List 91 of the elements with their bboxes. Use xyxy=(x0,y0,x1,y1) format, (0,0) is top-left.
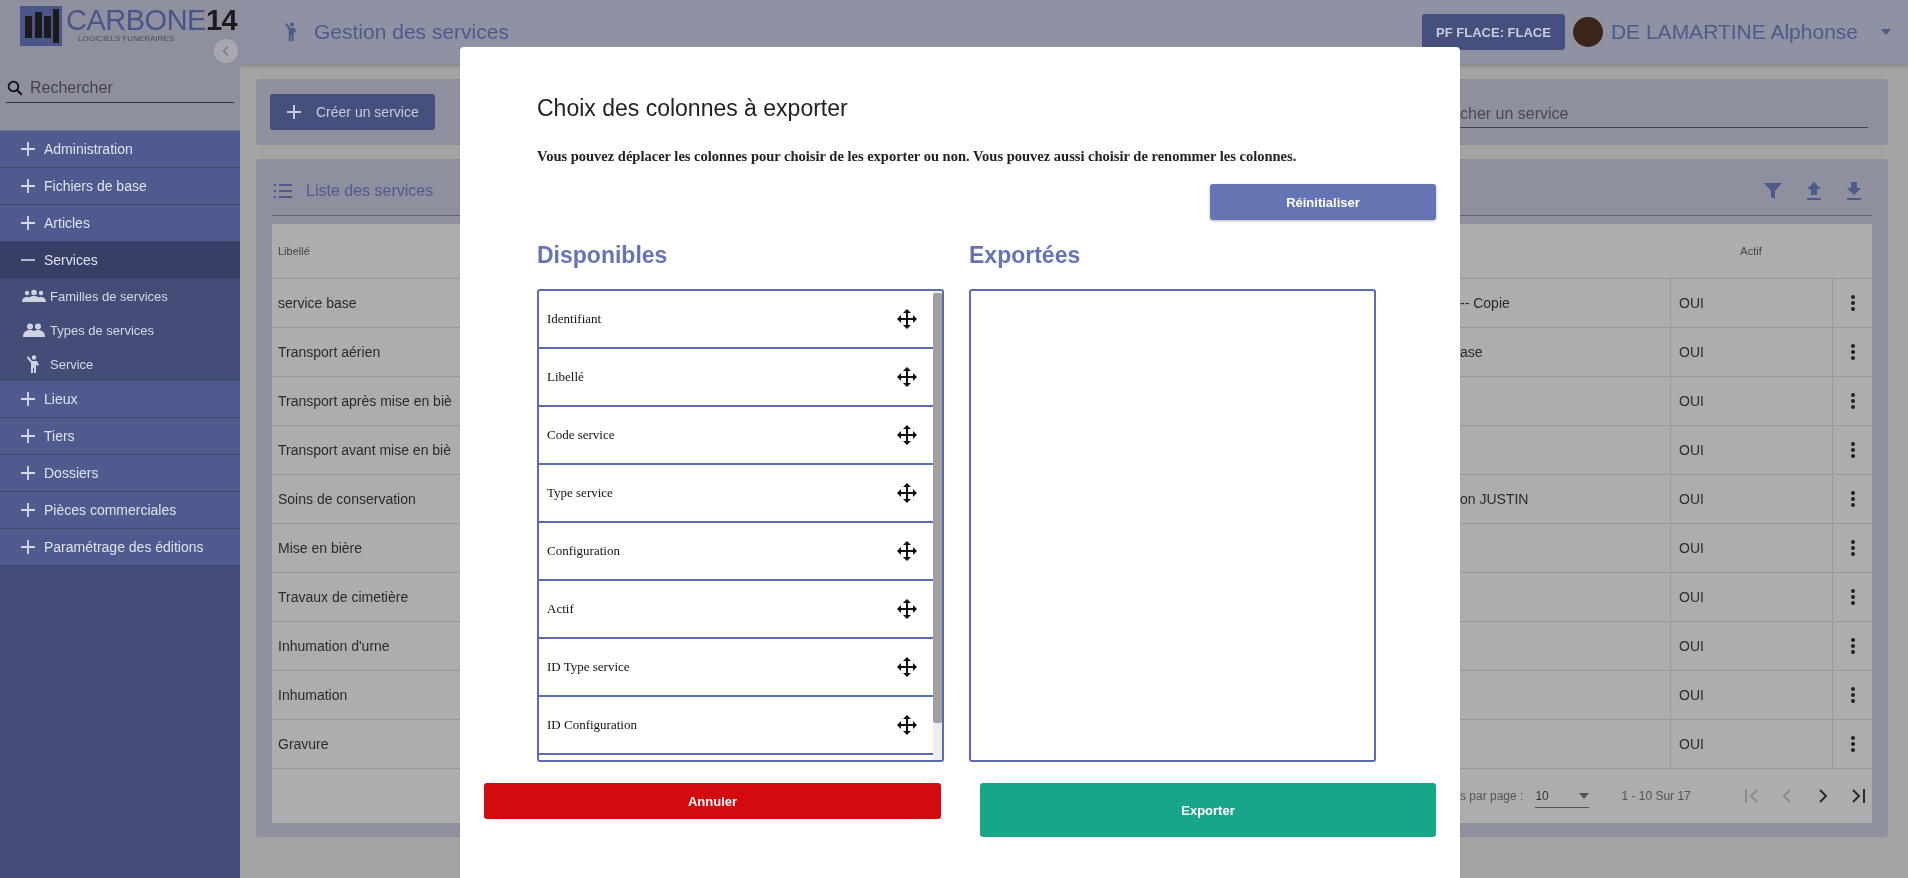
table-cell: Transport après mise en biè xyxy=(278,393,452,409)
move-icon[interactable] xyxy=(897,657,917,677)
page-title: Gestion des services xyxy=(314,20,509,44)
site-button[interactable]: PF FLACE: FLACE xyxy=(1422,14,1565,50)
column-header: Libellé xyxy=(278,245,310,257)
logo-name: CARBONE14 xyxy=(66,6,238,34)
table-cell: Inhumation d'urne xyxy=(278,638,390,654)
dialog-title: Choix des colonnes à exporter xyxy=(537,95,849,122)
group-icon xyxy=(22,289,46,303)
submenu-item[interactable]: Service xyxy=(0,347,240,381)
table-cell: Soins de conservation xyxy=(278,491,416,507)
menu-item[interactable]: Administration xyxy=(0,131,240,168)
move-icon[interactable] xyxy=(897,425,917,445)
move-icon[interactable] xyxy=(897,541,917,561)
move-icon[interactable] xyxy=(897,599,917,619)
table-cell: OUI xyxy=(1679,491,1704,507)
table-cell: Mise en bière xyxy=(278,540,363,556)
search-bar[interactable]: cher un service xyxy=(1460,79,1888,145)
table-cell: Gravure xyxy=(278,736,329,752)
export-button[interactable]: Exporter xyxy=(980,783,1436,837)
search-icon xyxy=(6,79,24,97)
move-icon[interactable] xyxy=(897,483,917,503)
more-options-icon[interactable] xyxy=(1850,540,1855,556)
create-button[interactable]: Créer un service xyxy=(270,94,435,130)
menu-item[interactable]: Tiers xyxy=(0,418,240,455)
dialog-description: Vous pouvez déplacer les colonnes pour choisir de les exporter ou non. Vous pouvez aussi choisir de renommer les colonnes. xyxy=(537,148,1298,165)
menu-item[interactable]: Lieux xyxy=(0,381,240,418)
table-cell: OUI xyxy=(1679,540,1704,556)
table-cell: OUI xyxy=(1679,736,1704,752)
more-options-icon[interactable] xyxy=(1850,589,1855,605)
menu-item[interactable]: Paramétrage des éditions xyxy=(0,529,240,566)
plus-icon xyxy=(20,178,36,194)
people-icon xyxy=(22,323,46,337)
table-cell: Transport avant mise en biè xyxy=(278,442,451,458)
submenu-item[interactable]: Familles de services xyxy=(0,279,240,313)
logo-tagline: LOGICIELS FUNERAIRES xyxy=(77,34,176,43)
more-options-icon[interactable] xyxy=(1850,687,1855,703)
scrollbar-thumb[interactable] xyxy=(933,293,942,723)
plus-icon xyxy=(20,539,36,555)
table-cell: -- Copie xyxy=(1460,295,1510,311)
plus-icon xyxy=(20,465,36,481)
more-options-icon[interactable] xyxy=(1850,491,1855,507)
move-icon[interactable] xyxy=(897,367,917,387)
menu-item[interactable]: Pièces commerciales xyxy=(0,492,240,529)
more-options-icon[interactable] xyxy=(1850,295,1855,311)
table-cell: OUI xyxy=(1679,589,1704,605)
table-cell: OUI xyxy=(1679,638,1704,654)
table-cell: OUI xyxy=(1679,295,1704,311)
caret-icon xyxy=(1579,792,1590,799)
more-options-icon[interactable] xyxy=(1850,638,1855,654)
table-cell: OUI xyxy=(1679,393,1704,409)
table-cell: Transport aérien xyxy=(278,344,381,360)
plus-icon xyxy=(20,215,36,231)
table-cell: Travaux de cimetière xyxy=(278,589,409,605)
plus-icon xyxy=(20,502,36,518)
page-range: 1 - 10 Sur 17 xyxy=(1621,789,1691,803)
list-icon xyxy=(274,184,292,198)
reset-button[interactable]: Réinitialiser xyxy=(1210,184,1436,220)
list-title: Liste des services xyxy=(306,182,434,200)
menu-item[interactable]: Articles xyxy=(0,205,240,242)
plus-icon xyxy=(286,104,302,120)
cancel-button[interactable]: Annuler xyxy=(484,783,941,819)
search-field[interactable]: Rechercher xyxy=(28,78,212,98)
table-cell: ase xyxy=(1460,344,1483,360)
rows-per-page-label: s par page : xyxy=(1460,789,1524,803)
logo-mark-icon xyxy=(20,6,62,46)
more-options-icon[interactable] xyxy=(1850,736,1855,752)
more-options-icon[interactable] xyxy=(1850,393,1855,409)
avatar[interactable] xyxy=(1572,17,1603,47)
plus-icon xyxy=(20,391,36,407)
table-cell: OUI xyxy=(1679,442,1704,458)
table-cell: on JUSTIN xyxy=(1460,491,1529,507)
table-cell: service base xyxy=(278,295,357,311)
plus-icon xyxy=(20,428,36,444)
more-options-icon[interactable] xyxy=(1850,442,1855,458)
more-options-icon[interactable] xyxy=(1850,344,1855,360)
table-cell: OUI xyxy=(1679,687,1704,703)
column-header: Actif xyxy=(1739,244,1763,259)
minus-icon xyxy=(20,259,36,261)
move-icon[interactable] xyxy=(897,715,917,735)
column-heading: Disponibles xyxy=(537,242,669,270)
column-heading: Exportées xyxy=(969,242,1082,270)
submenu-item[interactable]: Types de services xyxy=(0,313,240,347)
table-cell: OUI xyxy=(1679,344,1704,360)
move-icon[interactable] xyxy=(897,309,917,329)
table-cell: Inhumation xyxy=(278,687,348,703)
menu-item[interactable]: Dossiers xyxy=(0,455,240,492)
plus-icon xyxy=(20,141,36,157)
rows-per-page-select[interactable]: 10 xyxy=(1535,784,1590,808)
menu-item[interactable]: Fichiers de base xyxy=(0,168,240,205)
menu-item[interactable]: Services xyxy=(0,242,240,279)
